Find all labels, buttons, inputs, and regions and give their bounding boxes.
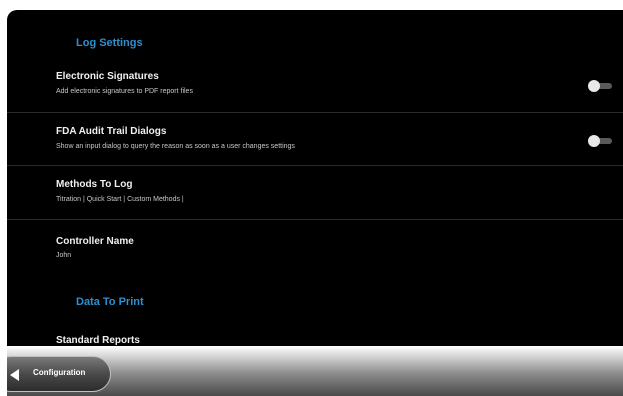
setting-subtitle: Show an input dialog to query the reason… xyxy=(56,143,295,150)
divider xyxy=(7,165,623,166)
setting-title: Electronic Signatures xyxy=(56,71,159,82)
setting-title: Standard Reports xyxy=(56,335,140,346)
back-arrow-icon xyxy=(10,369,19,381)
divider xyxy=(7,219,623,220)
setting-subtitle: Titration | Quick Start | Custom Methods… xyxy=(56,196,184,203)
electronic-signatures-toggle[interactable] xyxy=(588,80,612,92)
setting-row-controller-name[interactable]: Controller Name John xyxy=(7,231,623,277)
setting-title: Methods To Log xyxy=(56,179,133,190)
fda-audit-trail-toggle[interactable] xyxy=(588,135,612,147)
back-button-label: Configuration xyxy=(33,368,86,377)
setting-row-fda-audit-trail[interactable]: FDA Audit Trail Dialogs Show an input di… xyxy=(7,121,623,167)
bottom-navigation-bar: Configuration xyxy=(7,346,623,396)
section-title-log-settings: Log Settings xyxy=(76,37,143,49)
setting-title: FDA Audit Trail Dialogs xyxy=(56,126,167,137)
back-to-configuration-button[interactable]: Configuration xyxy=(7,356,111,392)
setting-title: Controller Name xyxy=(56,236,134,247)
setting-row-standard-reports[interactable]: Standard Reports xyxy=(7,330,623,346)
section-title-data-to-print: Data To Print xyxy=(76,296,144,308)
settings-screen: Log Settings Electronic Signatures Add e… xyxy=(7,10,623,396)
device-frame: Log Settings Electronic Signatures Add e… xyxy=(0,0,623,396)
toggle-knob xyxy=(588,80,600,92)
divider xyxy=(7,112,623,113)
toggle-knob xyxy=(588,135,600,147)
setting-row-electronic-signatures[interactable]: Electronic Signatures Add electronic sig… xyxy=(7,66,623,112)
settings-list[interactable]: Log Settings Electronic Signatures Add e… xyxy=(7,10,623,346)
setting-subtitle: Add electronic signatures to PDF report … xyxy=(56,88,193,95)
setting-row-methods-to-log[interactable]: Methods To Log Titration | Quick Start |… xyxy=(7,174,623,220)
setting-subtitle: John xyxy=(56,252,72,259)
